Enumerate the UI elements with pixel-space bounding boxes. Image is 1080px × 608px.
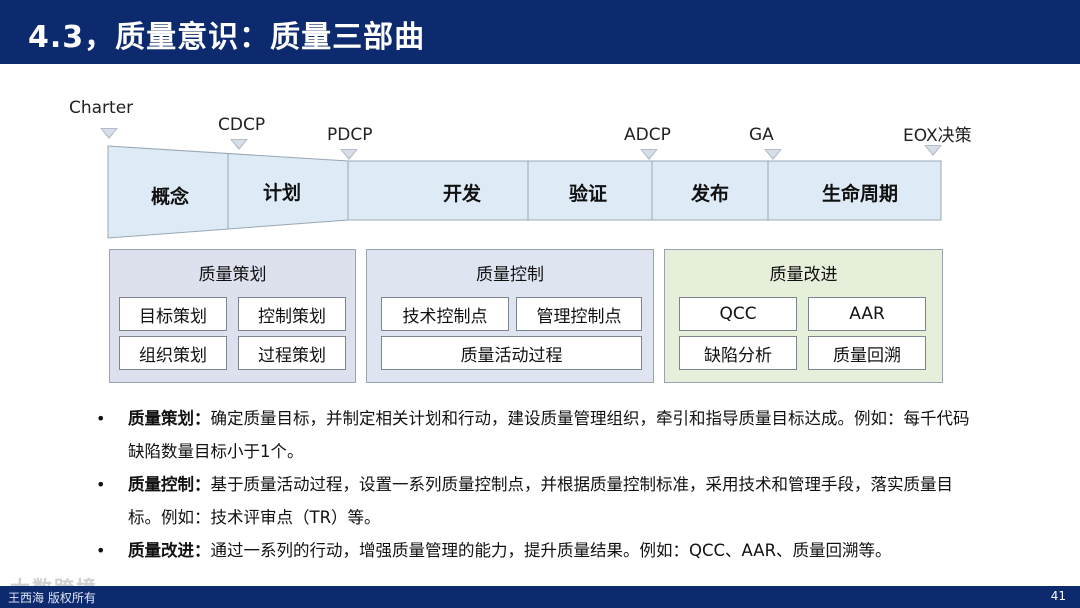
control-item-activity-process: 质量活动过程 — [381, 336, 642, 370]
control-item-management: 管理控制点 — [516, 297, 642, 331]
phase-lifecycle: 生命周期 — [821, 183, 899, 205]
bullet-list: • 质量策划：确定质量目标，并制定相关计划和行动，建设质量管理组织，牵引和指导质… — [96, 402, 976, 567]
quality-planning-title: 质量策划 — [198, 265, 267, 285]
bullet-text: 基于质量活动过程，设置一系列质量控制点，并根据质量控制标准，采用技术和管理手段，… — [128, 475, 953, 527]
phase-band — [107, 145, 942, 239]
planning-item-target: 目标策划 — [119, 297, 227, 331]
improvement-item-aar: AAR — [808, 297, 926, 331]
phase-develop: 开发 — [442, 183, 482, 205]
bullet-item-planning: • 质量策划：确定质量目标，并制定相关计划和行动，建设质量管理组织，牵引和指导质… — [96, 402, 976, 468]
phase-concept: 概念 — [150, 186, 190, 208]
planning-item-control: 控制策划 — [238, 297, 346, 331]
control-item-technical: 技术控制点 — [381, 297, 509, 331]
improvement-item-defect-analysis: 缺陷分析 — [679, 336, 797, 370]
planning-item-organization: 组织策划 — [119, 336, 227, 370]
bullet-head: 质量改进： — [128, 541, 211, 560]
bullet-dot-icon: • — [96, 541, 106, 560]
quality-improvement-panel: 质量改进 QCC AAR 缺陷分析 质量回溯 — [664, 249, 943, 383]
improvement-item-retrospect: 质量回溯 — [808, 336, 926, 370]
phase-release: 发布 — [690, 183, 730, 205]
quality-improvement-title: 质量改进 — [769, 265, 838, 285]
quality-control-panel: 质量控制 技术控制点 管理控制点 质量活动过程 — [366, 249, 654, 383]
quality-planning-panel: 质量策划 目标策划 控制策划 组织策划 过程策划 — [109, 249, 356, 383]
bullet-head: 质量策划： — [128, 409, 211, 428]
phase-plan: 计划 — [262, 182, 302, 204]
bullet-text: 确定质量目标，并制定相关计划和行动，建设质量管理组织，牵引和指导质量目标达成。例… — [128, 409, 970, 461]
improvement-item-qcc: QCC — [679, 297, 797, 331]
bullet-dot-icon: • — [96, 475, 106, 494]
bullet-item-control: • 质量控制：基于质量活动过程，设置一系列质量控制点，并根据质量控制标准，采用技… — [96, 468, 976, 534]
quality-control-title: 质量控制 — [476, 265, 544, 285]
phase-verify: 验证 — [568, 183, 608, 205]
bullet-text: 通过一系列的行动，增强质量管理的能力，提升质量结果。例如：QCC、AAR、质量回… — [210, 541, 892, 560]
bullet-dot-icon: • — [96, 409, 106, 428]
bullet-head: 质量控制： — [128, 475, 211, 494]
planning-item-process: 过程策划 — [238, 336, 346, 370]
bullet-item-improvement: • 质量改进：通过一系列的行动，增强质量管理的能力，提升质量结果。例如：QCC、… — [96, 534, 976, 567]
footer-bar: 王西海 版权所有 41 — [0, 586, 1080, 608]
page-number: 41 — [1050, 589, 1066, 603]
copyright-text: 王西海 版权所有 — [8, 591, 96, 605]
